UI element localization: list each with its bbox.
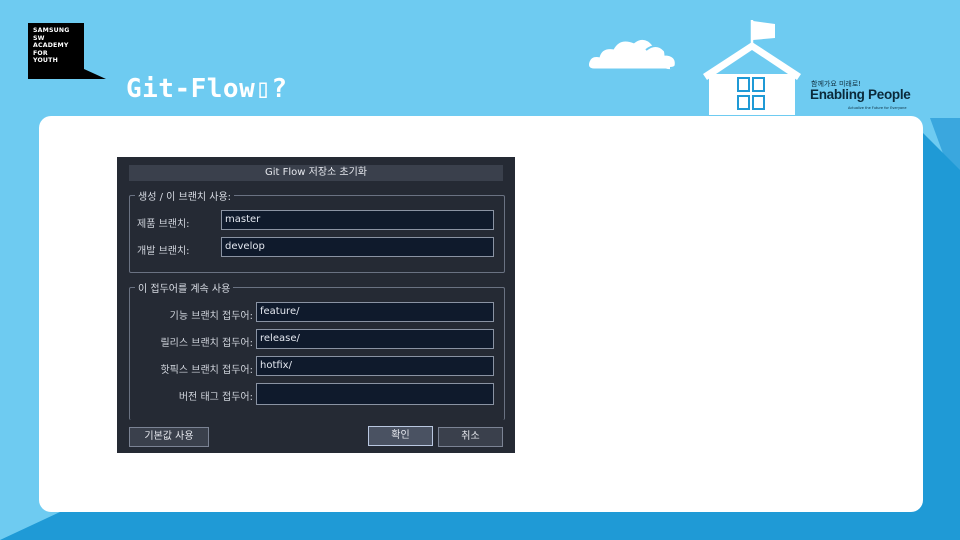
logo-text: SAMSUNG SW ACADEMY FOR YOUTH [33, 27, 70, 65]
hotfix-prefix-input[interactable]: hotfix/ [256, 356, 494, 376]
cancel-button[interactable]: 취소 [438, 427, 503, 447]
feature-prefix-label: 기능 브랜치 접두어: [169, 311, 253, 322]
release-prefix-label: 릴리스 브랜치 접두어: [160, 338, 253, 349]
release-prefix-input[interactable]: release/ [256, 329, 494, 349]
house-icon [703, 20, 801, 115]
hotfix-prefix-label: 핫픽스 브랜치 접두어: [160, 365, 253, 376]
ok-button[interactable]: 확인 [368, 426, 433, 446]
dialog-title: Git Flow 저장소 초기화 [129, 165, 503, 181]
feature-prefix-input[interactable]: feature/ [256, 302, 494, 322]
slogan-tagline: Actualize the Future for Everyone [848, 106, 907, 110]
page-title: Git-Flow▯? [126, 74, 288, 104]
prefix-group-label: 이 접두어를 계속 사용 [135, 280, 234, 295]
branch-group [129, 195, 505, 273]
branch-group-label: 생성 / 이 브랜치 사용: [135, 188, 235, 203]
slogan-enabling-people: Enabling People [810, 87, 911, 102]
use-defaults-button[interactable]: 기본값 사용 [129, 427, 209, 447]
version-tag-prefix-input[interactable] [256, 383, 494, 405]
dev-branch-label: 개발 브랜치: [137, 246, 190, 257]
cloud-icon [589, 40, 678, 70]
git-flow-dialog: Git Flow 저장소 초기화 생성 / 이 브랜치 사용: 제품 브랜치: … [117, 157, 515, 453]
prod-branch-input[interactable]: master [221, 210, 494, 230]
version-tag-prefix-label: 버전 태그 접두어: [178, 392, 253, 403]
dev-branch-input[interactable]: develop [221, 237, 494, 257]
prod-branch-label: 제품 브랜치: [137, 219, 190, 230]
